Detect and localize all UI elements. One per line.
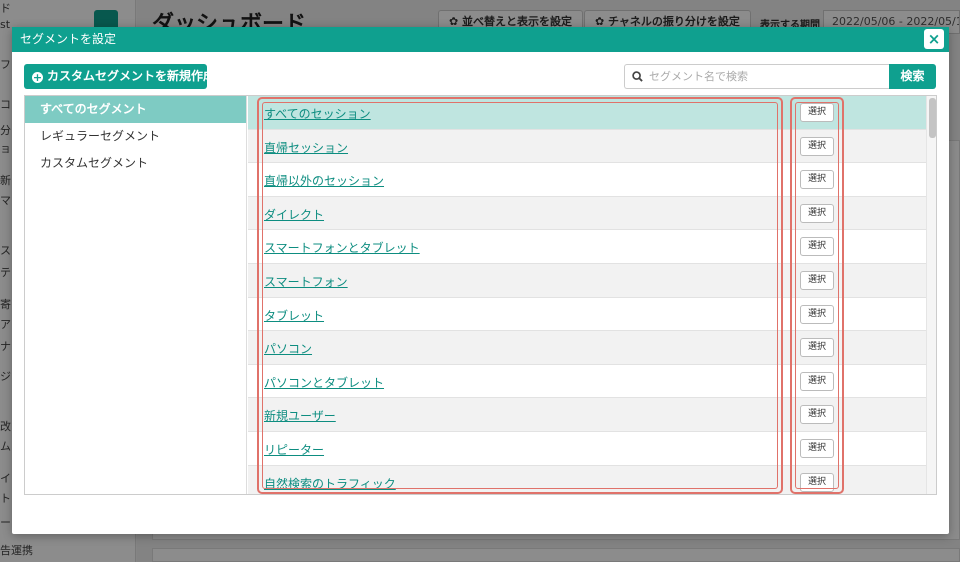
select-button[interactable]: 選択 <box>800 371 834 391</box>
select-button[interactable]: 選択 <box>800 338 834 358</box>
close-icon: × <box>927 30 941 48</box>
segment-link[interactable]: タブレット <box>264 307 324 324</box>
search-box <box>624 64 890 89</box>
segment-row: すべてのセッション 選択 <box>248 96 926 130</box>
segment-row: 新規ユーザー 選択 <box>248 398 926 432</box>
category-regular-segments[interactable]: レギュラーセグメント <box>25 123 246 150</box>
select-button[interactable]: 選択 <box>800 304 834 324</box>
close-button[interactable]: × <box>924 29 944 49</box>
segment-link[interactable]: リピーター <box>264 441 324 458</box>
segment-row: リピーター 選択 <box>248 431 926 466</box>
segment-link[interactable]: すべてのセッション <box>264 105 371 122</box>
create-custom-segment-label: カスタムセグメントを新規作成 <box>47 69 216 83</box>
segment-row: スマートフォンとタブレット 選択 <box>248 230 926 264</box>
segment-row: パソコン 選択 <box>248 331 926 365</box>
select-button[interactable]: 選択 <box>800 136 834 156</box>
search-button[interactable]: 検索 <box>889 64 936 89</box>
create-custom-segment-button[interactable]: + カスタムセグメントを新規作成 <box>24 64 215 89</box>
segment-list: すべてのセッション 選択 直帰セッション 選択 直帰以外のセッション 選択 ダイ… <box>248 96 926 494</box>
segment-link[interactable]: スマートフォンとタブレット <box>264 239 420 256</box>
segment-link[interactable]: 新規ユーザー <box>264 407 336 424</box>
segment-link[interactable]: パソコンとタブレット <box>264 374 384 391</box>
segment-content-area: すべてのセグメント レギュラーセグメント カスタムセグメント すべてのセッション… <box>24 95 937 495</box>
search-icon <box>632 71 643 82</box>
select-button[interactable]: 選択 <box>800 203 834 223</box>
segment-link[interactable]: 自然検索のトラフィック <box>264 475 396 492</box>
segment-link[interactable]: スマートフォン <box>264 273 348 290</box>
segment-link[interactable]: ダイレクト <box>264 206 324 223</box>
segment-settings-modal: セグメントを設定 × + カスタムセグメントを新規作成 検索 すべてのセグメント … <box>12 27 949 534</box>
segment-list-scrollbar[interactable] <box>926 96 936 494</box>
modal-header: セグメントを設定 × <box>12 27 949 52</box>
segment-row: 自然検索のトラフィック 選択 <box>248 465 926 494</box>
modal-title: セグメントを設定 <box>20 32 117 46</box>
segment-row: 直帰以外のセッション 選択 <box>248 163 926 197</box>
segment-link[interactable]: パソコン <box>264 340 312 357</box>
plus-circle-icon: + <box>32 71 43 84</box>
segment-row: スマートフォン 選択 <box>248 263 926 298</box>
select-button[interactable]: 選択 <box>800 237 834 257</box>
category-all-segments[interactable]: すべてのセグメント <box>25 96 246 123</box>
select-button[interactable]: 選択 <box>800 405 834 425</box>
select-button[interactable]: 選択 <box>800 170 834 190</box>
select-button[interactable]: 選択 <box>800 103 834 122</box>
segment-row: パソコンとタブレット 選択 <box>248 364 926 399</box>
segment-link[interactable]: 直帰セッション <box>264 139 348 156</box>
select-button[interactable]: 選択 <box>800 438 834 458</box>
segment-row: ダイレクト 選択 <box>248 196 926 231</box>
segment-link[interactable]: 直帰以外のセッション <box>264 172 384 189</box>
segment-row: 直帰セッション 選択 <box>248 129 926 164</box>
segment-search-input[interactable] <box>649 67 885 86</box>
segment-row: タブレット 選択 <box>248 297 926 332</box>
category-custom-segments[interactable]: カスタムセグメント <box>25 150 246 177</box>
select-button[interactable]: 選択 <box>800 472 834 492</box>
select-button[interactable]: 選択 <box>800 270 834 290</box>
scrollbar-thumb[interactable] <box>929 98 936 138</box>
category-panel: すべてのセグメント レギュラーセグメント カスタムセグメント <box>25 96 247 494</box>
